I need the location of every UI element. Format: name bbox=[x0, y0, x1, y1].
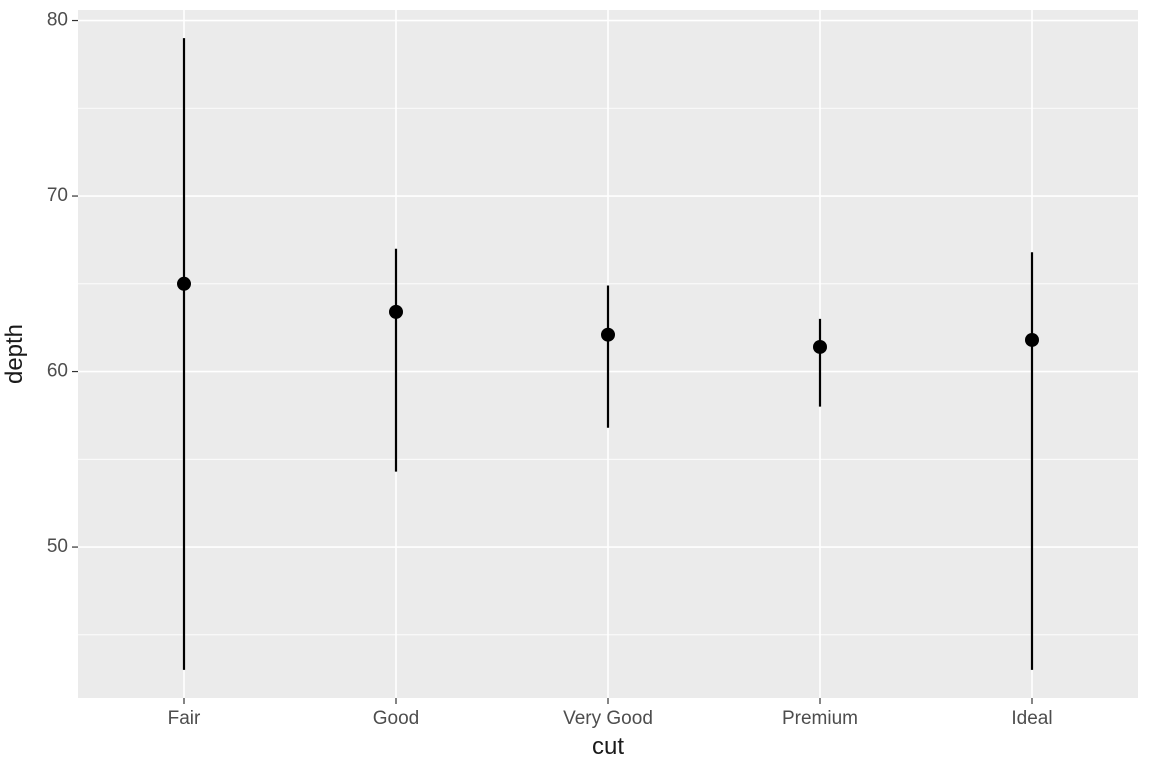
x-axis: Fair Good Very Good Premium Ideal bbox=[168, 698, 1053, 729]
y-tick-label: 60 bbox=[47, 361, 68, 382]
pointrange-chart: 50 60 70 80 Fair Good Very Good Premium Ideal c… bbox=[0, 0, 1152, 768]
plot-panel: 50 60 70 80 Fair Good Very Good Premium Ideal bbox=[47, 10, 1138, 729]
y-tick-label: 50 bbox=[47, 536, 68, 557]
x-tick-label: Premium bbox=[782, 708, 858, 729]
point-dot bbox=[813, 340, 827, 354]
point-dot bbox=[1025, 333, 1039, 347]
point-dot bbox=[601, 328, 615, 342]
y-axis-title: depth bbox=[1, 324, 28, 384]
y-tick-label: 80 bbox=[47, 10, 68, 31]
x-tick-label: Very Good bbox=[563, 708, 653, 729]
y-tick-label: 70 bbox=[47, 185, 68, 206]
x-tick-label: Fair bbox=[168, 708, 201, 729]
point-dot bbox=[177, 277, 191, 291]
point-dot bbox=[389, 305, 403, 319]
x-axis-title: cut bbox=[592, 733, 624, 760]
x-tick-label: Ideal bbox=[1011, 708, 1052, 729]
x-tick-label: Good bbox=[373, 708, 419, 729]
y-axis: 50 60 70 80 bbox=[47, 10, 78, 558]
